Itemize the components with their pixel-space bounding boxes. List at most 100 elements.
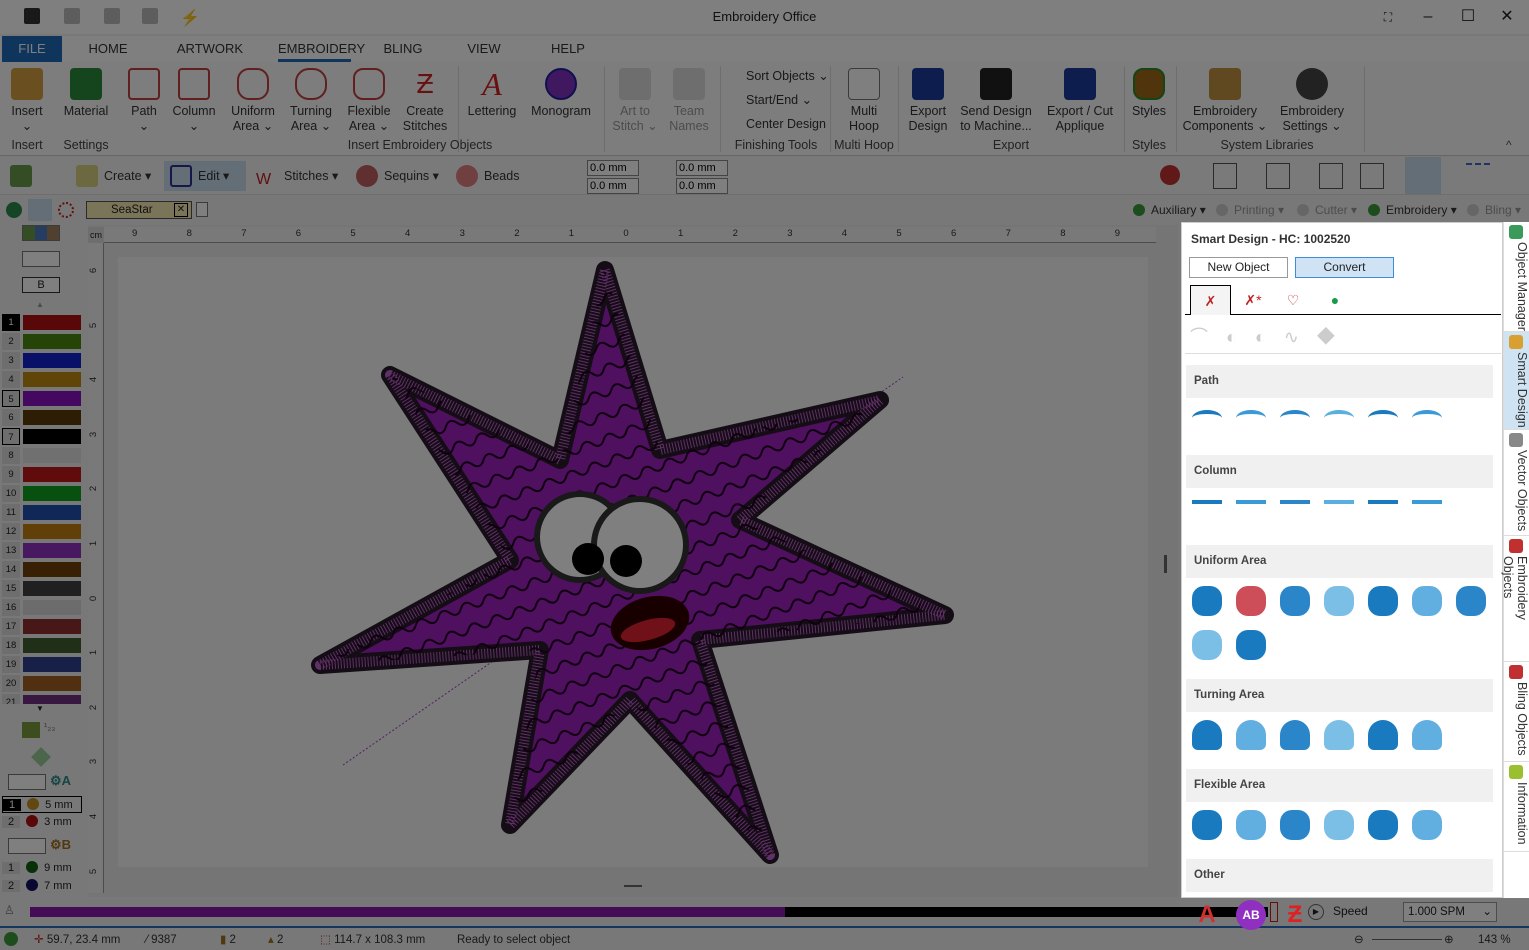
slider-handle[interactable] xyxy=(1270,902,1278,922)
tab-help[interactable]: HELP xyxy=(548,36,588,62)
side-tab-object-manager[interactable]: Object Manager xyxy=(1504,222,1529,332)
column-style-icon[interactable] xyxy=(1236,500,1266,516)
maximize-button[interactable]: ☐ xyxy=(1453,6,1483,28)
uniform-area-style-icon[interactable] xyxy=(1456,586,1486,616)
export-design-button[interactable]: Export Design xyxy=(904,68,952,134)
edit-mode-button[interactable]: Edit ▾ xyxy=(164,161,246,191)
fullscreen-icon[interactable]: ⛶ xyxy=(1373,6,1403,28)
flexible-area-style-icon[interactable] xyxy=(1368,810,1398,840)
column-style-icon[interactable] xyxy=(1412,500,1442,516)
turning-area-style-icon[interactable] xyxy=(1236,720,1266,750)
flexible-area-style-icon[interactable] xyxy=(1236,810,1266,840)
column-style-icon[interactable] xyxy=(1192,500,1222,516)
layer-auxiliary[interactable]: Auxiliary ▾ xyxy=(1133,202,1206,218)
zoom-in-icon[interactable]: ⊕ xyxy=(1444,932,1454,948)
turning-area-style-icon[interactable] xyxy=(1324,720,1354,750)
color-swatch[interactable]: 13 xyxy=(2,542,82,559)
uniform-area-button[interactable]: Uniform Area ⌄ xyxy=(226,68,280,134)
sequin-list-b-icon[interactable] xyxy=(8,838,46,854)
sort-objects-button[interactable]: Sort Objects ⌄ xyxy=(728,65,829,87)
color-swatch[interactable]: 8 xyxy=(2,447,82,464)
sequins-mode-button[interactable]: Sequins ▾ xyxy=(350,161,446,191)
flexible-area-style-icon[interactable] xyxy=(1412,810,1442,840)
color-swatch[interactable]: 15 xyxy=(2,580,82,597)
insert-button[interactable]: Insert ⌄ xyxy=(4,68,50,134)
side-tab-vector-objects[interactable]: Vector Objects xyxy=(1504,430,1529,536)
sequin-b-2[interactable]: 2 7 mm xyxy=(2,878,82,895)
zoom-hoop-icon[interactable] xyxy=(1360,163,1384,189)
monogram-button[interactable]: Monogram xyxy=(528,68,594,119)
height-input[interactable] xyxy=(676,178,728,194)
play-icon[interactable]: ▶ xyxy=(1308,904,1324,920)
column-style-icon[interactable] xyxy=(1280,500,1310,516)
sequin-list-a-icon[interactable] xyxy=(8,774,46,790)
color-swatch[interactable]: 12 xyxy=(2,523,82,540)
other-style-icon[interactable]: A xyxy=(1192,900,1222,930)
color-swatch[interactable]: 20 xyxy=(2,675,82,692)
vertical-splitter[interactable] xyxy=(1164,555,1167,573)
create-stitches-button[interactable]: Ƶ Create Stitches xyxy=(398,68,452,134)
uniform-area-style-icon[interactable] xyxy=(1324,586,1354,616)
column-button[interactable]: Column ⌄ xyxy=(168,68,220,134)
path-style-icon[interactable] xyxy=(1412,410,1442,426)
path-style-icon[interactable] xyxy=(1192,410,1222,426)
color-swatch[interactable]: 7 xyxy=(2,428,82,445)
other-style-icon[interactable]: AB xyxy=(1236,900,1266,930)
zoom-color-icon[interactable] xyxy=(1160,165,1180,185)
zoom-slider[interactable] xyxy=(1372,939,1442,940)
material-button[interactable]: Material xyxy=(60,68,112,119)
start-end-button[interactable]: Start/End ⌄ xyxy=(728,89,812,111)
color-swatch[interactable]: 18 xyxy=(2,637,82,654)
color-swatch[interactable]: 6 xyxy=(2,409,82,426)
new-document-icon[interactable] xyxy=(196,202,208,217)
document-tab[interactable]: SeaStar ✕ xyxy=(86,201,192,219)
new-object-button[interactable]: New Object xyxy=(1189,257,1288,278)
design-canvas[interactable]: cm 9876543210123456789 654321012345 xyxy=(88,225,1178,897)
team-names-button[interactable]: Team Names xyxy=(664,68,714,134)
pan-icon[interactable] xyxy=(1319,163,1343,189)
side-tab-smart-design[interactable]: Smart Design xyxy=(1504,332,1529,430)
zoom-height-icon[interactable] xyxy=(1266,163,1290,189)
tab-embroidery[interactable]: EMBROIDERY xyxy=(278,36,365,62)
convert-button[interactable]: Convert xyxy=(1295,257,1394,278)
send-design-button[interactable]: Send Design to Machine... xyxy=(956,68,1036,134)
path-style-icon[interactable] xyxy=(1236,410,1266,426)
other-style-icon[interactable]: Ƶ xyxy=(1280,900,1310,930)
sequin-group-a[interactable]: ⚙A xyxy=(50,773,71,789)
speed-select[interactable]: 1.000 SPM ⌄ xyxy=(1403,902,1497,922)
beads-mode-button[interactable]: Beads xyxy=(450,161,530,191)
path-style-icon[interactable] xyxy=(1324,410,1354,426)
flexible-area-style-icon[interactable] xyxy=(1192,810,1222,840)
path-style-icon[interactable] xyxy=(1280,410,1310,426)
tab-bling[interactable]: ♡ xyxy=(1278,285,1308,315)
zoom-list-icon[interactable] xyxy=(1466,163,1490,189)
eyedropper-icon[interactable] xyxy=(31,747,51,767)
shapes-icon[interactable] xyxy=(6,202,22,218)
layer-printing[interactable]: Printing ▾ xyxy=(1216,202,1284,218)
lettering-button[interactable]: A Lettering xyxy=(464,68,520,119)
thread-list-icon[interactable] xyxy=(22,251,60,267)
palette-books-icon[interactable] xyxy=(22,225,60,241)
path-style-icon[interactable] xyxy=(1368,410,1398,426)
flexible-area-style-icon[interactable] xyxy=(1324,810,1354,840)
uniform-area-style-icon[interactable] xyxy=(1368,586,1398,616)
color-swatch[interactable]: 17 xyxy=(2,618,82,635)
close-tab-icon[interactable]: ✕ xyxy=(174,203,188,217)
color-swatch[interactable]: 1 xyxy=(2,314,82,331)
uniform-area-style-icon[interactable] xyxy=(1412,586,1442,616)
color-swatch[interactable]: 5 xyxy=(2,390,82,407)
stitch-progress-slider[interactable] xyxy=(30,907,1268,917)
color-swatch[interactable]: 19 xyxy=(2,656,82,673)
person-icon[interactable]: ♙ xyxy=(4,903,20,921)
color-swatch[interactable]: 3 xyxy=(2,352,82,369)
sequin-group-b[interactable]: ⚙B xyxy=(50,837,71,853)
tab-embroidery-objects[interactable]: ✗ xyxy=(1190,285,1231,315)
art-to-stitch-button[interactable]: Art to Stitch ⌄ xyxy=(610,68,660,134)
turning-area-style-icon[interactable] xyxy=(1280,720,1310,750)
turning-area-button[interactable]: Turning Area ⌄ xyxy=(284,68,338,134)
column-style-icon[interactable] xyxy=(1324,500,1354,516)
tab-embroidery-styles[interactable]: ✗* xyxy=(1234,285,1272,315)
flexible-area-button[interactable]: Flexible Area ⌄ xyxy=(342,68,396,134)
zoom-out-icon[interactable]: ⊖ xyxy=(1354,932,1364,948)
stitches-mode-button[interactable]: W Stitches ▾ xyxy=(250,161,346,191)
